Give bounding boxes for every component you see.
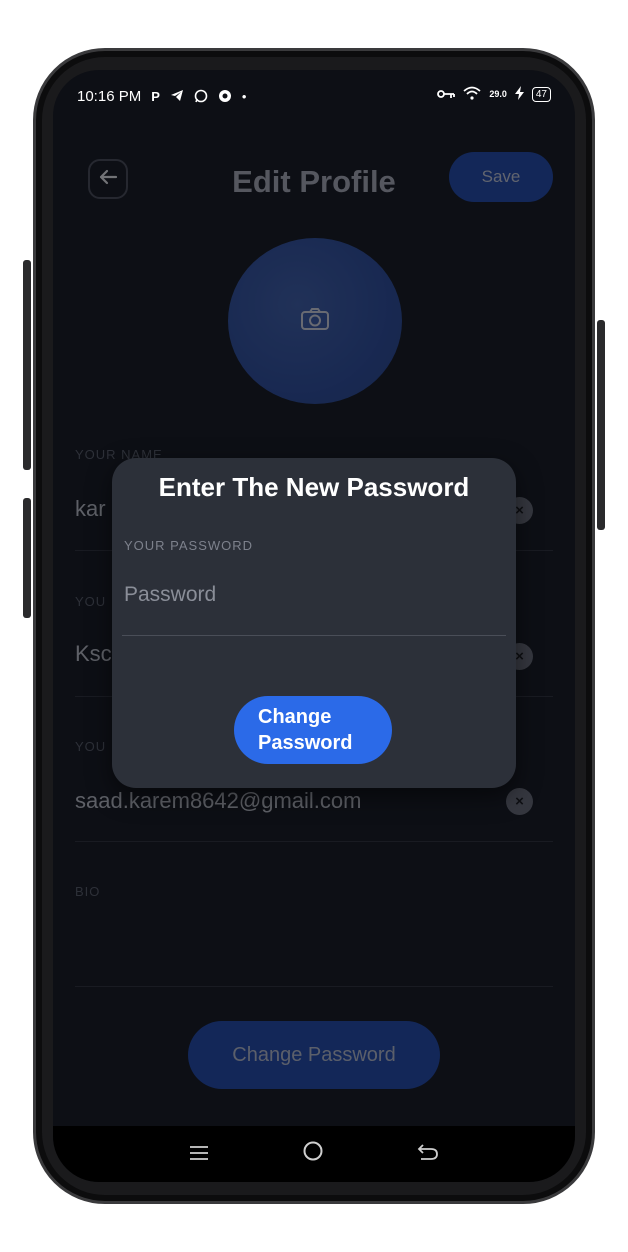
- field-value: Ksc: [75, 641, 112, 666]
- avatar-upload[interactable]: [228, 238, 402, 404]
- vpn-key-icon: [437, 88, 456, 101]
- network-speed: 29.0: [489, 88, 507, 99]
- change-password-button[interactable]: Change Password: [188, 1021, 440, 1089]
- button-label-line1: Change: [258, 706, 332, 728]
- side-button: [23, 498, 31, 618]
- change-password-dialog: Enter The New Password YOUR PASSWORD Cha…: [112, 458, 516, 788]
- charging-icon: [514, 86, 524, 102]
- field-label: YOU: [75, 594, 107, 609]
- camera-icon: [300, 307, 330, 336]
- dialog-title: Enter The New Password: [158, 472, 470, 502]
- status-bar: 10:16 PM P • 29.0 47: [53, 70, 575, 122]
- save-button[interactable]: Save: [449, 152, 553, 202]
- field-value: kar: [75, 496, 106, 521]
- status-time: 10:16 PM: [77, 88, 142, 105]
- battery-icon: 47: [531, 86, 551, 102]
- telegram-icon: [170, 89, 184, 104]
- recents-icon[interactable]: [189, 1141, 209, 1167]
- system-nav-bar: [53, 1126, 575, 1182]
- home-icon[interactable]: [302, 1140, 324, 1168]
- back-nav-icon[interactable]: [417, 1141, 439, 1167]
- bio-field[interactable]: BIO: [75, 841, 553, 987]
- whatsapp-icon: [194, 89, 208, 105]
- phone-screen: 10:16 PM P • 29.0 47 Edit Profile Save Y…: [53, 70, 575, 1182]
- power-button: [597, 320, 605, 530]
- p-app-icon: P: [151, 89, 160, 104]
- field-label: BIO: [75, 884, 101, 899]
- password-field-label: YOUR PASSWORD: [124, 538, 254, 553]
- button-label-line2: Password: [258, 732, 353, 754]
- wifi-icon: [463, 86, 481, 102]
- volume-button: [23, 260, 31, 470]
- record-icon: [218, 89, 232, 105]
- notification-dot: •: [241, 89, 247, 104]
- clear-icon[interactable]: ×: [506, 788, 533, 815]
- change-password-confirm-button[interactable]: Change Password: [234, 696, 392, 764]
- field-value: saad.karem8642@gmail.com: [75, 788, 362, 813]
- field-label: YOU: [75, 739, 107, 754]
- app-bar: Edit Profile Save: [53, 152, 575, 208]
- password-input[interactable]: [122, 576, 506, 636]
